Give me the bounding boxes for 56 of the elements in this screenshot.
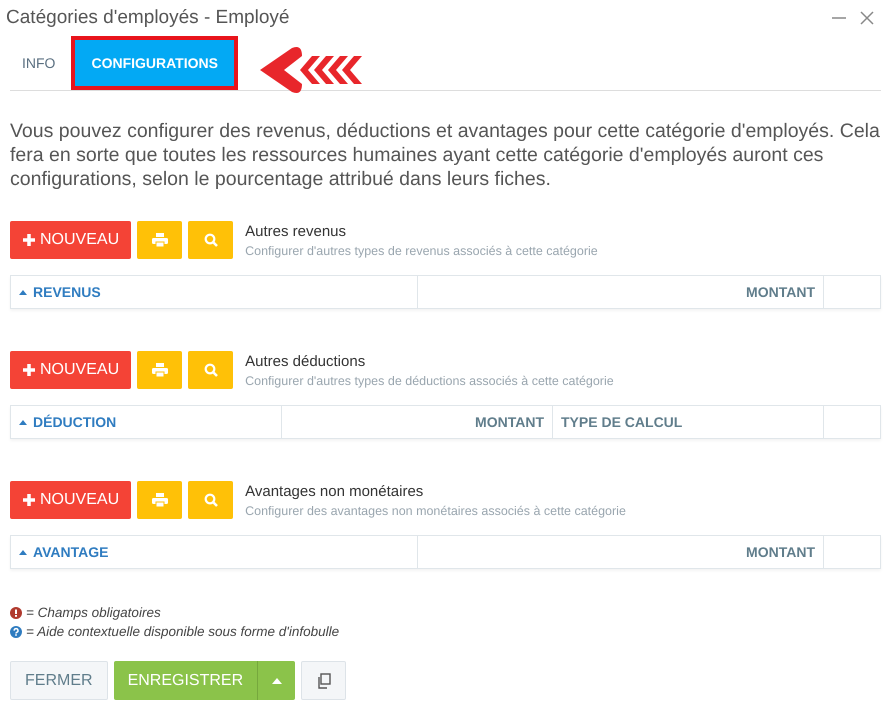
print-button[interactable]	[137, 351, 182, 389]
close-dialog-button[interactable]: FERMER	[10, 661, 108, 700]
help-icon	[10, 626, 22, 638]
printer-icon	[152, 233, 168, 247]
column-header[interactable]: MONTANT	[418, 276, 824, 308]
close-icon	[859, 10, 875, 26]
legend-text: = Aide contextuelle disponible sous forme d'infobulle	[26, 624, 340, 639]
legend-text: = Champs obligatoires	[26, 605, 161, 620]
print-button[interactable]	[137, 481, 182, 519]
search-icon	[204, 363, 218, 377]
caret-icon	[272, 678, 282, 684]
printer-icon	[152, 363, 168, 377]
new-button[interactable]: NOUVEAU	[10, 481, 132, 519]
column-label: MONTANT	[475, 414, 544, 430]
printer-icon	[152, 493, 168, 507]
column-label: MONTANT	[746, 284, 815, 300]
section-subtitle: Configurer des avantages non monétaires associés à cette catégorie	[245, 504, 626, 518]
column-header[interactable]: DÉDUCTION	[11, 406, 282, 438]
search-icon	[204, 233, 218, 247]
column-label: MONTANT	[746, 544, 815, 560]
plus-icon	[22, 493, 36, 507]
column-label: REVENUS	[33, 284, 101, 300]
section-subtitle: Configurer d'autres types de déductions associés à cette catégorie	[245, 374, 614, 388]
intro-text: Vous pouvez configurer des revenus, déductions et avantages pour cette catégorie d'employés. Cela fera en sorte que toutes les ressources humaines ayant cette catégorie d'employés auront ces configurations, selon le pourcentage attribué dans leurs fiches.	[10, 119, 881, 191]
column-header[interactable]: MONTANT	[282, 406, 553, 438]
new-button[interactable]: NOUVEAU	[10, 221, 132, 259]
search-button[interactable]	[188, 351, 234, 389]
plus-icon	[22, 363, 36, 377]
column-label: AVANTAGE	[33, 544, 108, 560]
search-button[interactable]	[188, 221, 234, 259]
column-header[interactable]: MONTANT	[418, 536, 824, 568]
search-button[interactable]	[188, 481, 234, 519]
section-title: Autres déductions	[245, 352, 366, 370]
sort-icon	[19, 550, 27, 554]
column-header[interactable]: AVANTAGE	[11, 536, 418, 568]
copy-button[interactable]	[301, 661, 346, 700]
copy-icon	[316, 672, 332, 688]
section-title: Avantages non monétaires	[245, 482, 424, 500]
section-subtitle: Configurer d'autres types de revenus associés à cette catégorie	[245, 244, 598, 258]
save-options-button[interactable]	[257, 661, 296, 700]
print-button[interactable]	[137, 221, 182, 259]
exclamation-icon	[10, 606, 22, 618]
column-header[interactable]: TYPE DE CALCUL	[553, 406, 824, 438]
sort-icon	[19, 420, 27, 424]
tab[interactable]: CONFIGURATIONS	[71, 36, 238, 90]
window-title: Catégories d'employés - Employé	[6, 7, 290, 29]
plus-icon	[22, 233, 36, 247]
new-button[interactable]: NOUVEAU	[10, 351, 132, 389]
section-title: Autres revenus	[245, 222, 348, 240]
tab[interactable]: INFO	[10, 40, 68, 86]
column-label: TYPE DE CALCUL	[561, 414, 682, 430]
column-header[interactable]: REVENUS	[11, 276, 418, 308]
column-label: DÉDUCTION	[33, 414, 116, 430]
search-icon	[204, 493, 218, 507]
sort-icon	[19, 290, 27, 294]
minimize-icon	[831, 17, 847, 19]
